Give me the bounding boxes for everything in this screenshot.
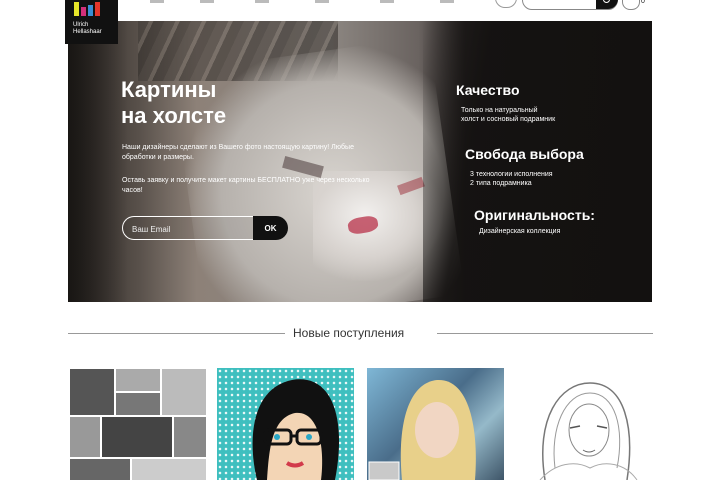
submit-button[interactable]: OK [253,216,288,240]
top-nav-item[interactable] [380,0,394,3]
collage-tile [115,392,161,416]
email-field[interactable] [130,222,249,236]
mosaic-portrait-image [368,379,476,480]
logo-text: Ulrich Hellashaar [73,22,102,35]
collage-tile [131,458,206,480]
collage-tile [69,458,131,480]
top-nav-item[interactable] [255,0,269,3]
section-title: Новые поступления [293,326,405,340]
pop-art-image [252,379,340,480]
feature-text: холст и сосновый подрамник [461,116,556,123]
collage-tile [173,416,206,458]
feature-text: 2 типа подрамника [470,180,532,187]
search-box [522,0,618,10]
product-card[interactable] [69,368,206,480]
feature-text: Только на натуральный [461,107,538,114]
top-nav-item[interactable] [200,0,214,3]
section-divider [68,333,285,334]
user-icon[interactable] [495,0,517,8]
feature-text: Дизайнерская коллекция [479,228,561,235]
collage-tile [115,368,161,392]
cart-icon[interactable] [622,0,640,10]
collage-tile [69,416,101,458]
top-nav-item[interactable] [440,0,454,3]
top-nav [120,0,480,5]
top-nav-item[interactable] [315,0,329,3]
sketch-portrait-image [539,382,638,480]
collage-tile [69,368,115,416]
product-card[interactable] [217,368,354,480]
collage-tile [161,368,206,416]
search-input[interactable] [529,0,595,9]
brand-logo[interactable]: Ulrich Hellashaar [65,0,118,44]
logo-bars [74,2,104,16]
collage-tile [101,416,173,458]
feature-text: 3 технологии исполнения [470,171,553,178]
hero-title-line: Картины [121,77,217,102]
hero-offer: Оставь заявку и получите макет картины Б… [122,177,370,194]
feature-title: Качество [456,82,520,98]
email-field-wrap [122,216,253,240]
top-nav-item[interactable] [150,0,164,3]
section-divider [437,333,653,334]
cart-count: 0 [641,0,645,5]
hero-title-line: на холсте [121,103,227,128]
hero-left-shade [68,21,128,302]
product-card[interactable] [367,368,504,480]
feature-title: Оригинальность: [474,207,595,223]
search-button[interactable] [596,0,618,9]
hero-description: Наши дизайнеры сделают из Вашего фото на… [122,144,354,161]
hero-title: Картины на холсте [121,77,321,129]
product-card[interactable] [515,368,652,480]
feature-title: Свобода выбора [465,146,584,162]
